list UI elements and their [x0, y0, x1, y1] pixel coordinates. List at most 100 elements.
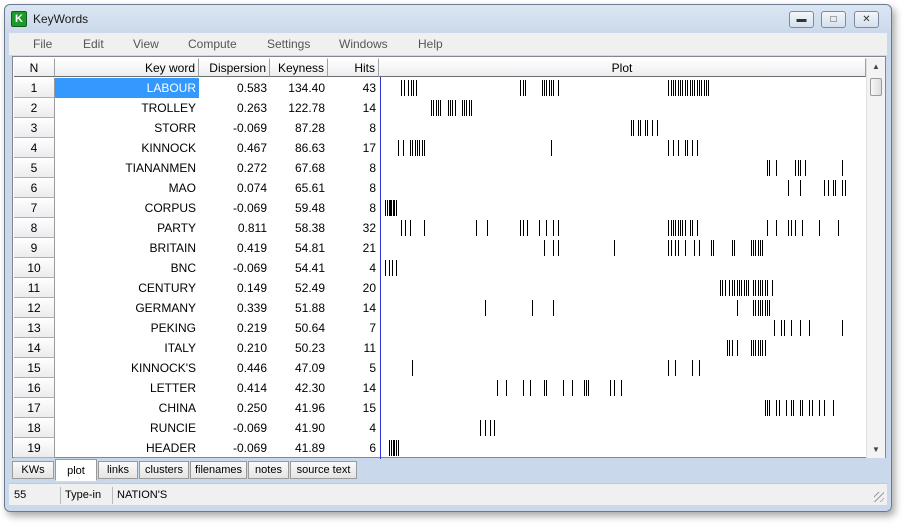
column-header-plot[interactable]: Plot	[379, 58, 866, 77]
keyword-cell[interactable]: STORR	[55, 118, 199, 138]
keyword-cell[interactable]: PARTY	[55, 218, 199, 238]
dispersion-plot[interactable]	[380, 158, 866, 178]
dispersion-plot[interactable]	[380, 298, 866, 318]
menu-help[interactable]: Help	[418, 37, 443, 51]
row-number[interactable]: 16	[14, 378, 55, 398]
keyword-cell[interactable]: CORPUS	[55, 198, 199, 218]
scroll-up-arrow-icon[interactable]: ▲	[867, 58, 885, 75]
dispersion-plot[interactable]	[380, 98, 866, 118]
row-number[interactable]: 13	[14, 318, 55, 338]
column-header-n[interactable]: N	[14, 58, 55, 77]
table-row[interactable]: 13 PEKING 0.219 50.64 7	[14, 318, 866, 338]
table-row[interactable]: 9 BRITAIN 0.419 54.81 21	[14, 238, 866, 258]
keyword-cell[interactable]: CENTURY	[55, 278, 199, 298]
dispersion-plot[interactable]	[380, 138, 866, 158]
title-bar[interactable]: K KeyWords ▬ □ ✕	[5, 5, 891, 33]
dispersion-plot[interactable]	[380, 398, 866, 418]
table-row[interactable]: 16 LETTER 0.414 42.30 14	[14, 378, 866, 398]
menu-file[interactable]: File	[33, 37, 52, 51]
table-row[interactable]: 18 RUNCIE -0.069 41.90 4	[14, 418, 866, 438]
keyword-cell[interactable]: TIANANMEN	[55, 158, 199, 178]
dispersion-plot[interactable]	[380, 178, 866, 198]
tab-filenames[interactable]: filenames	[190, 461, 247, 479]
resize-grip-icon[interactable]	[874, 492, 884, 502]
row-number[interactable]: 12	[14, 298, 55, 318]
keyword-cell[interactable]: LETTER	[55, 378, 199, 398]
dispersion-plot[interactable]	[380, 118, 866, 138]
row-number[interactable]: 6	[14, 178, 55, 198]
row-number[interactable]: 17	[14, 398, 55, 418]
row-number[interactable]: 15	[14, 358, 55, 378]
close-button[interactable]: ✕	[854, 11, 879, 28]
dispersion-plot[interactable]	[380, 258, 866, 278]
dispersion-plot[interactable]	[380, 358, 866, 378]
table-row[interactable]: 2 TROLLEY 0.263 122.78 14	[14, 98, 866, 118]
row-number[interactable]: 2	[14, 98, 55, 118]
tab-plot[interactable]: plot	[55, 459, 97, 481]
row-number[interactable]: 1	[14, 78, 55, 98]
dispersion-plot[interactable]	[380, 378, 866, 398]
menu-compute[interactable]: Compute	[188, 37, 237, 51]
tab-links[interactable]: links	[98, 461, 138, 479]
keyword-cell[interactable]: ITALY	[55, 338, 199, 358]
row-number[interactable]: 4	[14, 138, 55, 158]
table-row[interactable]: 15 KINNOCK'S 0.446 47.09 5	[14, 358, 866, 378]
dispersion-plot[interactable]	[380, 238, 866, 258]
dispersion-plot[interactable]	[380, 198, 866, 218]
menu-edit[interactable]: Edit	[83, 37, 104, 51]
keyword-cell[interactable]: MAO	[55, 178, 199, 198]
dispersion-plot[interactable]	[380, 78, 866, 98]
menu-view[interactable]: View	[133, 37, 159, 51]
keyword-cell[interactable]: KINNOCK	[55, 138, 199, 158]
keyword-cell[interactable]: CHINA	[55, 398, 199, 418]
keyword-cell[interactable]: KINNOCK'S	[55, 358, 199, 378]
dispersion-plot[interactable]	[380, 418, 866, 438]
column-header-keyword[interactable]: Key word	[55, 58, 199, 77]
column-header-dispersion[interactable]: Dispersion	[199, 58, 270, 77]
tab-kws[interactable]: KWs	[12, 461, 54, 479]
row-number[interactable]: 10	[14, 258, 55, 278]
keyword-cell[interactable]: PEKING	[55, 318, 199, 338]
table-row[interactable]: 4 KINNOCK 0.467 86.63 17	[14, 138, 866, 158]
column-header-hits[interactable]: Hits	[328, 58, 379, 77]
tab-notes[interactable]: notes	[248, 461, 289, 479]
keyword-cell[interactable]: TROLLEY	[55, 98, 199, 118]
row-number[interactable]: 7	[14, 198, 55, 218]
table-row[interactable]: 12 GERMANY 0.339 51.88 14	[14, 298, 866, 318]
row-number[interactable]: 9	[14, 238, 55, 258]
row-number[interactable]: 14	[14, 338, 55, 358]
dispersion-plot[interactable]	[380, 278, 866, 298]
row-number[interactable]: 11	[14, 278, 55, 298]
table-row[interactable]: 14 ITALY 0.210 50.23 11	[14, 338, 866, 358]
table-row[interactable]: 6 MAO 0.074 65.61 8	[14, 178, 866, 198]
tab-clusters[interactable]: clusters	[139, 461, 189, 479]
keyword-cell[interactable]: GERMANY	[55, 298, 199, 318]
dispersion-plot[interactable]	[380, 438, 866, 458]
table-row[interactable]: 1 LABOUR 0.583 134.40 43	[14, 78, 866, 98]
minimize-button[interactable]: ▬	[789, 11, 814, 28]
keyword-cell[interactable]: BNC	[55, 258, 199, 278]
keyword-cell[interactable]: BRITAIN	[55, 238, 199, 258]
table-row[interactable]: 11 CENTURY 0.149 52.49 20	[14, 278, 866, 298]
table-row[interactable]: 19 HEADER -0.069 41.89 6	[14, 438, 866, 458]
scroll-thumb[interactable]	[870, 78, 882, 96]
table-row[interactable]: 10 BNC -0.069 54.41 4	[14, 258, 866, 278]
menu-windows[interactable]: Windows	[339, 37, 388, 51]
row-number[interactable]: 5	[14, 158, 55, 178]
table-row[interactable]: 7 CORPUS -0.069 59.48 8	[14, 198, 866, 218]
tab-source-text[interactable]: source text	[290, 461, 357, 479]
scroll-down-arrow-icon[interactable]: ▼	[867, 441, 885, 458]
dispersion-plot[interactable]	[380, 318, 866, 338]
dispersion-plot[interactable]	[380, 338, 866, 358]
row-number[interactable]: 18	[14, 418, 55, 438]
table-row[interactable]: 5 TIANANMEN 0.272 67.68 8	[14, 158, 866, 178]
vertical-scrollbar[interactable]: ▲ ▼	[866, 58, 885, 458]
menu-settings[interactable]: Settings	[267, 37, 310, 51]
keyword-cell[interactable]: HEADER	[55, 438, 199, 458]
keyword-cell[interactable]: RUNCIE	[55, 418, 199, 438]
maximize-button[interactable]: □	[821, 11, 846, 28]
dispersion-plot[interactable]	[380, 218, 866, 238]
table-row[interactable]: 3 STORR -0.069 87.28 8	[14, 118, 866, 138]
column-header-keyness[interactable]: Keyness	[270, 58, 328, 77]
keyword-cell[interactable]: LABOUR	[55, 78, 199, 98]
